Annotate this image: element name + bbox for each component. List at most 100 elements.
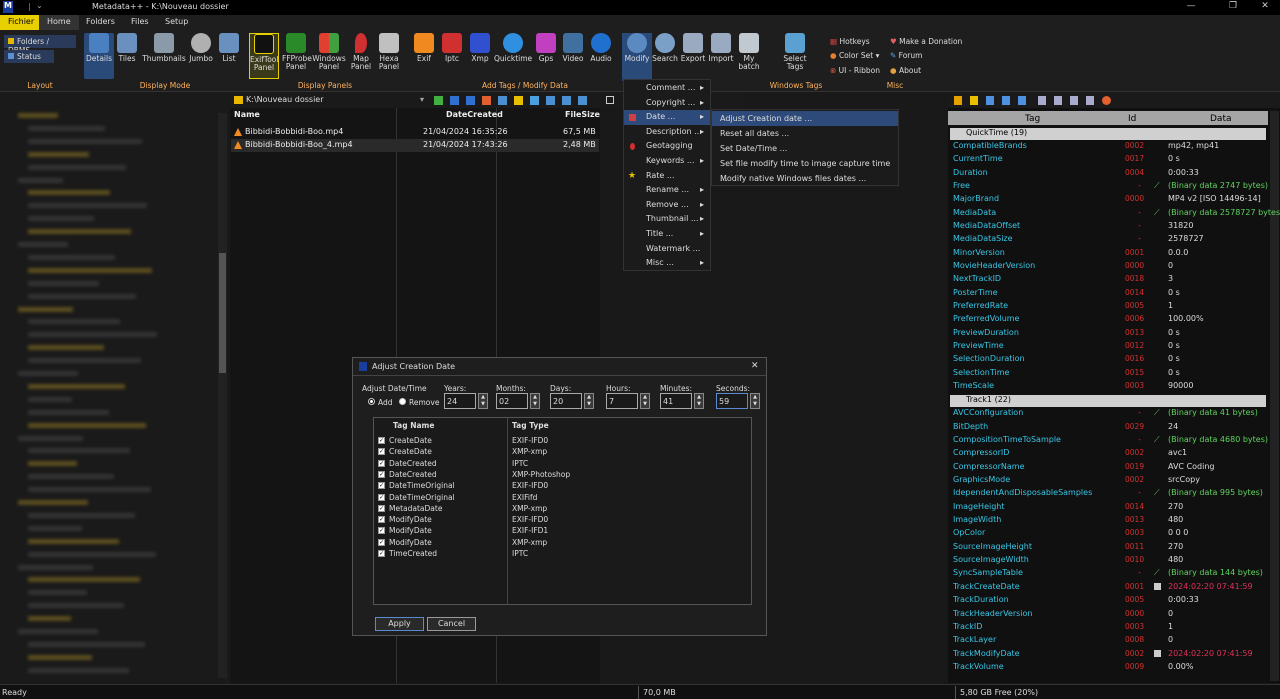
tree-item[interactable] — [28, 229, 131, 235]
add-radio[interactable] — [368, 398, 375, 405]
tree-item[interactable] — [28, 125, 105, 131]
path-input[interactable]: K:\Nouveau dossier — [246, 95, 426, 104]
tag-checkbox[interactable]: ✓ — [378, 527, 385, 535]
tag-checkbox[interactable]: ✓ — [378, 470, 385, 478]
tag-checkbox[interactable]: ✓ — [378, 459, 385, 467]
tag-section-header[interactable]: QuickTime (19) — [950, 128, 1266, 140]
tree-item[interactable] — [28, 345, 104, 351]
tree-scrollbar[interactable] — [218, 113, 227, 678]
date-spin-input[interactable]: 20 — [550, 393, 582, 409]
copy-icon[interactable] — [1070, 96, 1078, 105]
tag-checkbox[interactable]: ✓ — [378, 516, 385, 524]
tree-item[interactable] — [28, 487, 151, 493]
import-button[interactable]: Import — [708, 33, 734, 79]
date-spin-input[interactable]: 59 — [716, 393, 748, 409]
bookmark-icon[interactable] — [482, 96, 491, 105]
tag-section-header[interactable]: Track1 (22) — [950, 395, 1266, 408]
date-submenu-item[interactable]: Reset all dates ... — [712, 126, 898, 141]
search-button[interactable]: Search — [652, 33, 678, 79]
tree-item[interactable] — [28, 667, 129, 673]
list-button[interactable]: List — [218, 33, 240, 79]
tree-item[interactable] — [28, 280, 99, 286]
forward-icon[interactable] — [466, 96, 475, 105]
reload-icon[interactable] — [578, 96, 587, 105]
tree-item[interactable] — [28, 332, 157, 338]
spin-buttons[interactable]: ▲ ▼ — [584, 393, 594, 409]
tag-refresh-icon[interactable] — [1018, 96, 1026, 105]
date-spin-input[interactable]: 02 — [496, 393, 528, 409]
settings-icon[interactable] — [1102, 96, 1111, 105]
tree-item[interactable] — [28, 190, 110, 196]
tree-item[interactable] — [28, 164, 126, 170]
data-column-header[interactable]: Data — [1210, 114, 1232, 124]
tags-scrollbar[interactable] — [1270, 111, 1279, 681]
tag-checkbox[interactable]: ✓ — [378, 504, 385, 512]
jumbo-button[interactable]: Jumbo — [188, 33, 214, 79]
tree-item[interactable] — [28, 383, 125, 389]
video-button[interactable]: Video — [561, 33, 585, 79]
hexa-panel-button[interactable]: Hexa Panel — [376, 33, 402, 79]
modify-menu-item[interactable]: Watermark ... — [624, 242, 710, 257]
tab-files[interactable]: Files — [123, 15, 157, 30]
xmp-button[interactable]: Xmp — [468, 33, 492, 79]
modify-menu-item[interactable]: Copyright ... ▸ — [624, 96, 710, 111]
pin-icon[interactable] — [954, 96, 962, 105]
tree-item[interactable] — [28, 422, 146, 428]
file-row[interactable]: Bibbidi-Bobbidi-Boo.mp4 21/04/2024 16:35… — [231, 126, 599, 139]
tag-checkbox[interactable]: ✓ — [378, 550, 385, 557]
tab-setup[interactable]: Setup — [157, 15, 196, 30]
tree-item[interactable] — [28, 512, 135, 518]
modify-menu-item[interactable]: Rename ... ▸ — [624, 183, 710, 198]
modify-menu-item[interactable]: Rate ... ★ — [624, 169, 710, 184]
tree-item[interactable] — [28, 293, 136, 299]
expand-icon[interactable] — [986, 96, 994, 105]
modify-button[interactable]: Modify — [622, 33, 652, 81]
tiles-button[interactable]: Tiles — [116, 33, 138, 79]
tree-item[interactable] — [28, 654, 92, 660]
windows-panel-button[interactable]: Windows Panel — [312, 33, 346, 79]
thumbnails-button[interactable]: Thumbnails — [142, 33, 186, 79]
tab-folders[interactable]: Folders — [78, 15, 123, 30]
close-window-button[interactable]: ✕ — [1250, 1, 1280, 11]
date-submenu-item[interactable]: Modify native Windows files dates ... — [712, 171, 898, 186]
tree-item[interactable] — [28, 525, 82, 531]
tag-checkbox[interactable]: ✓ — [378, 493, 385, 501]
dialog-close-button[interactable]: ✕ — [751, 361, 759, 371]
lightning-icon[interactable] — [970, 96, 978, 105]
tree-item[interactable] — [18, 113, 58, 118]
about-button[interactable]: ● About — [890, 66, 921, 75]
date-submenu-item[interactable]: Adjust Creation date ... — [712, 111, 898, 126]
calendar-icon[interactable] — [1154, 582, 1161, 590]
status-toggle[interactable]: Status — [4, 50, 54, 63]
folders-dbms-toggle[interactable]: Folders / DBMS — [4, 35, 76, 55]
my-batch-button[interactable]: My batch — [736, 33, 762, 79]
tree-item[interactable] — [28, 577, 140, 583]
tree-item[interactable] — [28, 396, 72, 402]
tag-table[interactable]: Tag Name Tag Type ✓ CreateDate EXIF-IFD0 ✓ C… — [373, 417, 752, 605]
minimize-button[interactable]: — — [1176, 1, 1206, 11]
tree-scrollbar-thumb[interactable] — [219, 253, 226, 373]
file-row[interactable]: Bibbidi-Bobbidi-Boo_4.mp4 21/04/2024 17:… — [231, 139, 599, 152]
tree-item[interactable] — [28, 254, 115, 260]
tree-item[interactable] — [18, 371, 78, 376]
tree-item[interactable] — [28, 267, 152, 273]
folder-tree[interactable] — [0, 93, 230, 683]
column-file-size[interactable]: FileSize — [565, 110, 600, 119]
iptc-button[interactable]: Iptc — [440, 33, 464, 79]
tree-item[interactable] — [18, 629, 98, 634]
tree-item[interactable] — [18, 242, 68, 247]
column-name[interactable]: Name — [234, 110, 260, 119]
ui-ribbon-button[interactable]: ⊗ UI - Ribbon — [830, 66, 880, 75]
go-up-icon[interactable] — [434, 96, 443, 105]
modify-menu-item[interactable]: Comment ... ▸ — [624, 81, 710, 96]
tree-item[interactable] — [28, 216, 94, 222]
spin-buttons[interactable]: ▲ ▼ — [478, 393, 488, 409]
tree-item[interactable] — [28, 203, 147, 209]
filter-icon[interactable] — [530, 96, 539, 105]
date-spin-input[interactable]: 41 — [660, 393, 692, 409]
modify-menu-item[interactable]: Geotagging — [624, 139, 710, 154]
delete-icon[interactable] — [1086, 96, 1094, 105]
apply-button[interactable]: Apply — [375, 617, 424, 631]
tree-item[interactable] — [28, 138, 142, 144]
tree-item[interactable] — [28, 603, 124, 609]
